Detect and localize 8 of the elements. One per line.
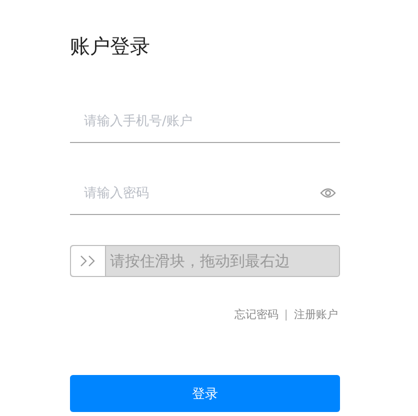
link[interactable]: 忘记密码: [234, 307, 278, 323]
separator: |: [284, 307, 288, 323]
login-button[interactable]: 登录: [70, 375, 340, 412]
eye-icon[interactable]: [320, 187, 336, 199]
link[interactable]: 注册账户: [294, 307, 338, 323]
slider-hint: 请按住滑块，拖动到最右边: [109, 251, 290, 272]
page-title: 账户登录: [70, 33, 151, 60]
slider-handle[interactable]: [71, 246, 106, 276]
